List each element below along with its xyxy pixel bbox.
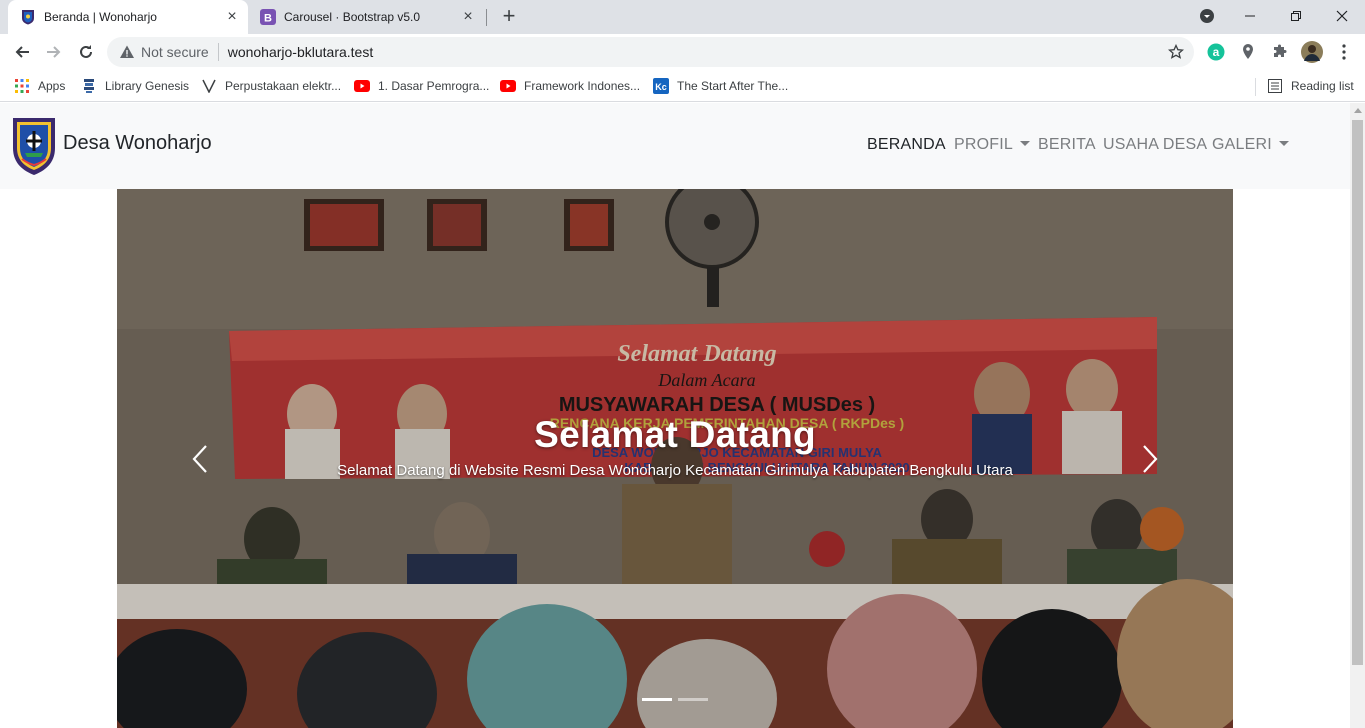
- carousel-caption: Selamat Datang Selamat Datang di Website…: [117, 414, 1233, 479]
- tab-title: Beranda | Wonoharjo: [44, 10, 157, 24]
- tab-close-icon[interactable]: ×: [224, 9, 240, 25]
- tab-strip: Beranda | Wonoharjo × B Carousel · Boots…: [0, 0, 1365, 34]
- security-label[interactable]: Not secure: [141, 44, 209, 60]
- grammarly-extension-icon[interactable]: a: [1205, 41, 1227, 63]
- wonoharjo-crest-logo[interactable]: [11, 115, 57, 177]
- nav-berita[interactable]: BERITA: [1038, 136, 1096, 154]
- tab-beranda[interactable]: Beranda | Wonoharjo ×: [8, 0, 248, 34]
- bookmark-start-after[interactable]: Kc The Start After The...: [653, 76, 788, 96]
- scroll-up-arrow-icon[interactable]: [1350, 103, 1365, 118]
- v-logo-icon: [201, 78, 217, 94]
- location-pin-icon[interactable]: [1237, 41, 1259, 63]
- address-bar[interactable]: Not secure wonoharjo-bklutara.test: [107, 37, 1194, 67]
- omnibox-divider: [217, 43, 219, 61]
- brand-name[interactable]: Desa Wonoharjo: [63, 132, 212, 155]
- minimize-icon[interactable]: [1227, 0, 1273, 32]
- bookmark-label: Framework Indones...: [524, 79, 641, 93]
- nav-label: PROFIL: [954, 136, 1013, 153]
- bookmark-apps[interactable]: Apps: [14, 76, 65, 96]
- bookmark-library-genesis[interactable]: Library Genesis: [81, 76, 189, 96]
- svg-text:Kc: Kc: [655, 82, 667, 92]
- hero-carousel: Selamat Datang Dalam Acara MUSYAWARAH DE…: [117, 189, 1233, 728]
- nav-label: BERANDA: [867, 136, 946, 153]
- bookmark-label: Library Genesis: [105, 79, 190, 93]
- forward-arrow-icon[interactable]: [40, 38, 68, 66]
- new-tab-plus-icon[interactable]: +: [498, 5, 520, 27]
- nav-galeri-dropdown[interactable]: GALERI: [1212, 136, 1289, 154]
- chevron-right-icon: [1143, 445, 1158, 473]
- caret-down-icon: [1278, 140, 1289, 146]
- carousel-indicator-1[interactable]: [642, 698, 672, 701]
- chevron-left-icon: [192, 445, 207, 473]
- scrollbar-thumb[interactable]: [1352, 120, 1363, 665]
- youtube-icon: [354, 78, 370, 94]
- nav-profil-dropdown[interactable]: PROFIL: [954, 136, 1030, 154]
- site-navbar: Desa Wonoharjo BERANDA PROFIL BERITA USA…: [0, 103, 1350, 189]
- bookmark-star-icon[interactable]: [1167, 43, 1185, 60]
- svg-text:a: a: [1213, 45, 1220, 59]
- kc-icon: Kc: [653, 78, 669, 94]
- carousel-next-button[interactable]: [1120, 424, 1180, 494]
- youtube-icon: [500, 78, 516, 94]
- page-scrollbar[interactable]: [1350, 103, 1365, 728]
- nav-label: BERITA: [1038, 136, 1096, 153]
- bootstrap-favicon-icon: B: [260, 9, 276, 25]
- library-genesis-icon: [81, 78, 97, 94]
- carousel-indicators: [642, 698, 708, 701]
- profile-avatar-icon[interactable]: [1301, 41, 1323, 63]
- reading-list-icon: [1267, 78, 1283, 94]
- carousel-indicator-2[interactable]: [678, 698, 708, 701]
- carousel-prev-button[interactable]: [170, 424, 230, 494]
- warning-triangle-icon[interactable]: [119, 44, 135, 60]
- bookmark-label: Perpustakaan elektr...: [225, 79, 342, 93]
- page-viewport: Desa Wonoharjo BERANDA PROFIL BERITA USA…: [0, 103, 1350, 728]
- tab-title: Carousel · Bootstrap v5.0: [284, 10, 421, 24]
- bookmarks-bar: Apps Library Genesis Perpustakaan elektr…: [0, 70, 1365, 102]
- carousel-text: Selamat Datang di Website Resmi Desa Won…: [337, 462, 1013, 479]
- close-window-icon[interactable]: [1319, 0, 1365, 32]
- url-text[interactable]: wonoharjo-bklutara.test: [228, 44, 1168, 60]
- bookmark-perpustakaan[interactable]: Perpustakaan elektr...: [201, 76, 341, 96]
- tab-close-icon[interactable]: ×: [460, 9, 476, 25]
- wonoharjo-favicon-icon: [20, 9, 36, 25]
- bookmark-framework-indonesia[interactable]: Framework Indones...: [500, 76, 640, 96]
- reload-icon[interactable]: [72, 38, 100, 66]
- carousel-heading: Selamat Datang: [534, 414, 816, 455]
- restore-icon[interactable]: [1273, 0, 1319, 32]
- chrome-menu-kebab-icon[interactable]: [1333, 41, 1355, 63]
- svg-text:B: B: [264, 13, 272, 25]
- bookmark-dasar-pemrograman[interactable]: 1. Dasar Pemrogra...: [354, 76, 489, 96]
- bookmark-label: The Start After The...: [677, 79, 789, 93]
- reading-list-button[interactable]: Reading list: [1267, 76, 1354, 96]
- nav-usaha-desa[interactable]: USAHA DESA: [1103, 136, 1207, 154]
- tab-carousel-bootstrap[interactable]: B Carousel · Bootstrap v5.0 ×: [252, 0, 484, 34]
- browser-toolbar: Not secure wonoharjo-bklutara.test a: [0, 34, 1365, 70]
- tab-separator: [486, 9, 487, 26]
- nav-label: USAHA DESA: [1103, 136, 1208, 153]
- nav-beranda[interactable]: BERANDA: [867, 136, 946, 154]
- extensions-puzzle-icon[interactable]: [1269, 41, 1291, 63]
- nav-label: GALERI: [1212, 136, 1272, 153]
- caret-down-icon: [1020, 140, 1030, 146]
- bookmark-label: Apps: [38, 79, 66, 93]
- tab-search-icon[interactable]: [1184, 0, 1230, 32]
- apps-grid-icon: [14, 78, 30, 94]
- bookmarks-divider: [1255, 78, 1256, 96]
- bookmark-label: 1. Dasar Pemrogra...: [378, 79, 490, 93]
- reading-list-label: Reading list: [1291, 79, 1354, 93]
- back-arrow-icon[interactable]: [8, 38, 36, 66]
